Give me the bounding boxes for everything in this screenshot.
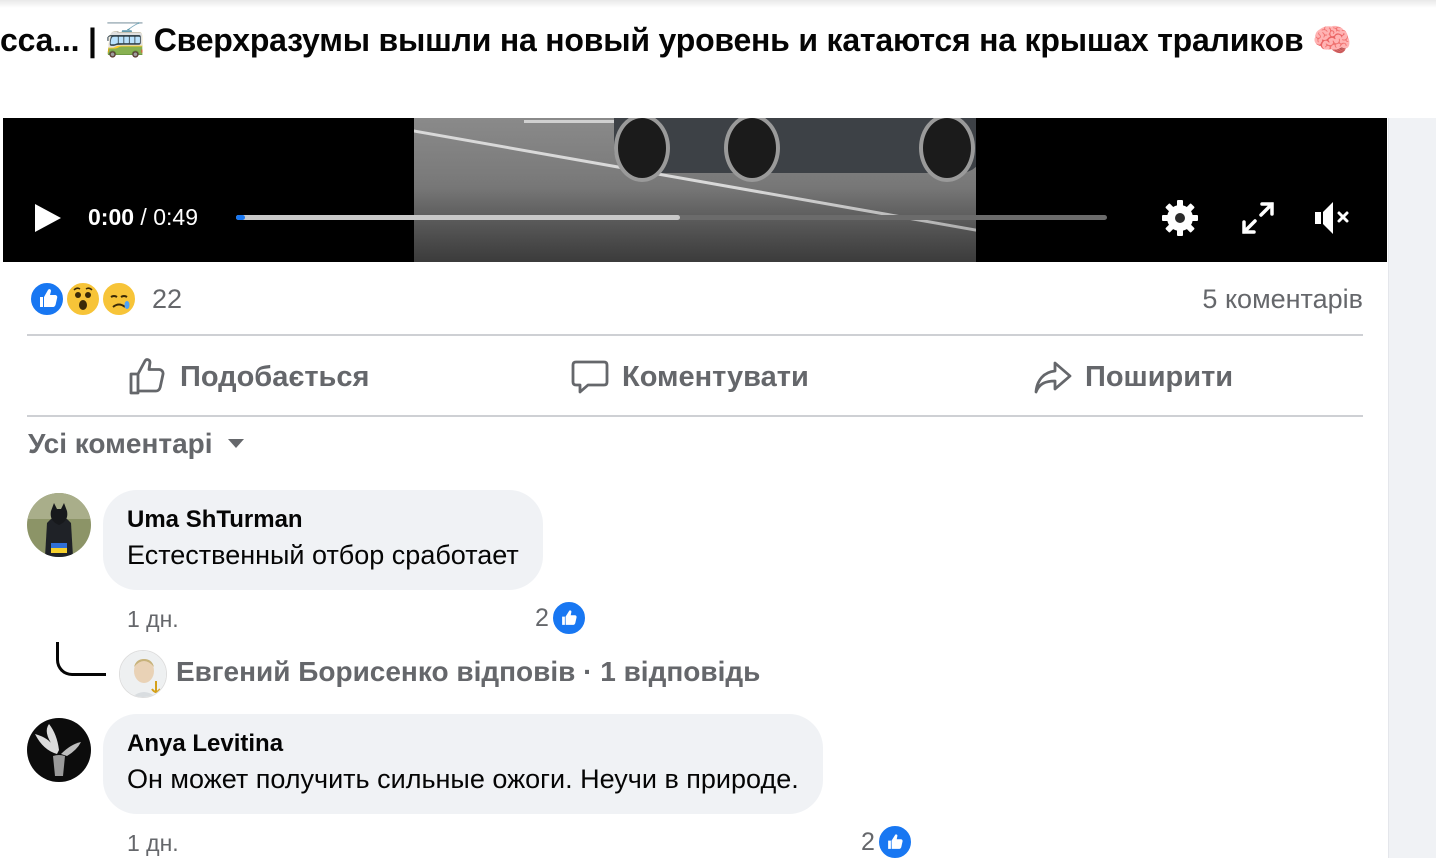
like-badge-icon [550, 600, 587, 636]
like-button-label: Подобається [180, 360, 370, 393]
top-shadow [0, 0, 1436, 8]
buffered-bar [236, 215, 681, 220]
comment-like-number: 2 [861, 827, 875, 856]
video-player[interactable]: 0:00 / 0:49 [3, 118, 1387, 262]
post-title-text: Сверхразумы вышли на новый уровень и кат… [145, 22, 1313, 58]
wow-reaction-icon [65, 281, 101, 317]
brain-emoji: 🧠 [1312, 21, 1352, 59]
comments-filter-label: Усі коментарі [28, 428, 213, 459]
divider [27, 334, 1363, 336]
comment-like-number: 2 [535, 603, 549, 632]
post-title-prefix: сса... | [0, 22, 106, 58]
comment-bubble-icon [571, 360, 609, 394]
video-duration: 0:49 [153, 204, 198, 230]
comment-text: Естественный отбор сработает [127, 540, 519, 570]
like-reaction-icon [29, 281, 65, 317]
share-button-label: Поширити [1085, 360, 1234, 393]
thumbs-up-icon [129, 358, 165, 395]
comments-filter-dropdown[interactable]: Усі коментарі [28, 428, 245, 460]
settings-gear-icon[interactable] [1160, 198, 1200, 238]
played-bar [236, 215, 245, 220]
comment-text: Он может получить сильные ожоги. Неучи в… [127, 764, 799, 794]
comment-bubble: Uma ShTurman Естественный отбор сработае… [103, 490, 543, 590]
right-scroll-gutter [1388, 118, 1436, 858]
like-badge-icon [876, 824, 913, 860]
share-arrow-icon [1034, 361, 1072, 394]
comment-timestamp[interactable]: 1 дн. [127, 606, 179, 633]
caret-down-icon [227, 439, 244, 448]
view-replies-link[interactable]: Евгений Борисенко відповів · 1 відповідь [176, 656, 760, 688]
avatar-uma-shturman[interactable] [27, 493, 91, 557]
divider [27, 415, 1363, 417]
comment-timestamp[interactable]: 1 дн. [127, 830, 179, 857]
comment-bubble: Anya Levitina Он может получить сильные … [103, 714, 823, 814]
comment-author[interactable]: Uma ShTurman [127, 504, 519, 536]
muted-volume-icon[interactable] [1313, 198, 1353, 238]
comment-button[interactable]: Коментувати [570, 350, 809, 404]
comment-author[interactable]: Anya Levitina [127, 728, 799, 760]
comment-button-label: Коментувати [622, 360, 809, 393]
video-controls: 0:00 / 0:49 [3, 188, 1387, 262]
current-time: 0:00 [88, 204, 135, 230]
reply-connector-line [56, 642, 106, 676]
share-button[interactable]: Поширити [1033, 350, 1233, 404]
sad-reaction-icon [101, 281, 137, 317]
fullscreen-icon[interactable] [1238, 198, 1278, 238]
avatar-anya-levitina[interactable] [27, 718, 91, 782]
time-separator: / [134, 204, 154, 230]
video-progress-bar[interactable] [236, 215, 1107, 220]
play-icon[interactable] [31, 202, 63, 234]
car-wheel [919, 118, 975, 182]
comment-like-count[interactable]: 2 [535, 600, 587, 636]
trolleybus-emoji: 🚎 [105, 21, 146, 59]
video-time: 0:00 / 0:49 [88, 204, 198, 231]
like-button[interactable]: Подобається [128, 350, 369, 404]
avatar-evgeniy-borisenko[interactable] [119, 650, 167, 698]
comment-like-count[interactable]: 2 [861, 824, 913, 860]
comments-count-link[interactable]: 5 коментарів [1202, 284, 1363, 315]
reactions-summary[interactable]: 22 5 коментарів [27, 278, 1363, 324]
reactions-count[interactable]: 22 [152, 284, 182, 315]
post-title[interactable]: сса... | 🚎 Сверхразумы вышли на новый ур… [0, 18, 1420, 62]
